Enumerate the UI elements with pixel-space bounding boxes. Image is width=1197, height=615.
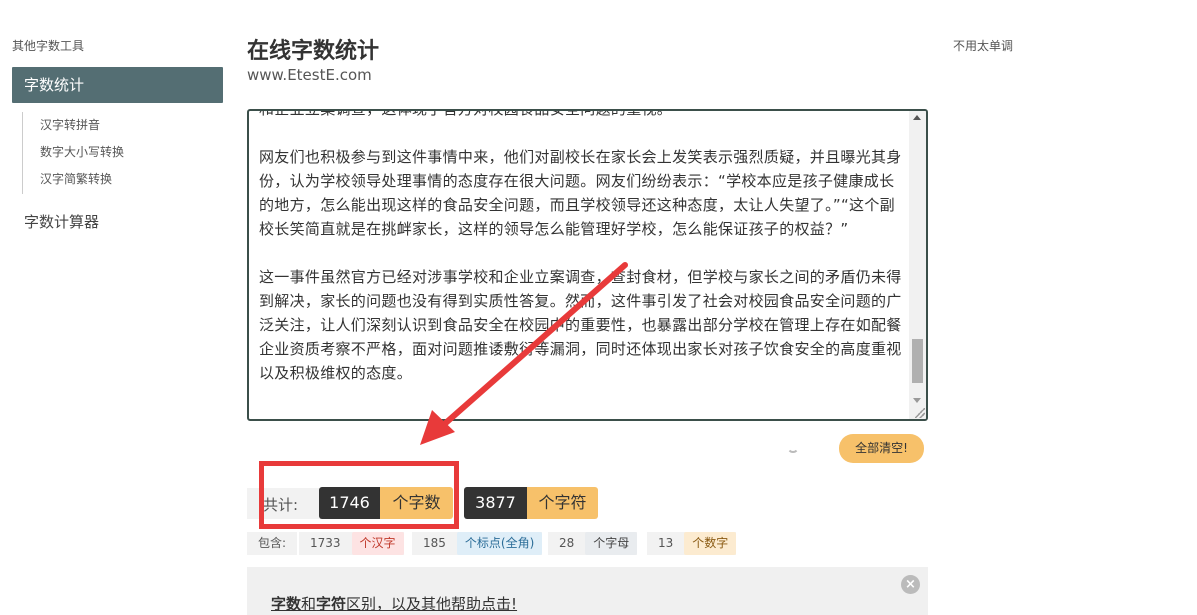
punct-count: 185 [423, 536, 446, 550]
char-count-unit: 个字符 [527, 487, 598, 519]
letters-unit: 个字母 [585, 532, 638, 555]
sidebar-title: 其他字数工具 [12, 39, 85, 53]
hanzi-stat: 1733 个汉字 [299, 532, 404, 555]
help-rest: 区别，以及其他帮助点击! [346, 595, 518, 613]
right-link[interactable]: 不用太单调 [953, 37, 1013, 54]
text-paragraph: 和企业立案调查，这体现了官方对校园食品安全问题的重视。 [259, 109, 673, 118]
digits-count: 13 [658, 536, 674, 550]
page-subtitle: www.EtestE.com [247, 66, 372, 84]
scrollbar[interactable] [909, 111, 926, 419]
punct-unit: 个标点(全角) [456, 532, 543, 555]
loading-spinner-icon [787, 441, 799, 453]
annotation-highlight-box [259, 461, 459, 529]
hanzi-count: 1733 [310, 536, 341, 550]
digits-unit: 个数字 [684, 532, 737, 555]
help-bold-word: 字数 [271, 595, 302, 613]
page-title: 在线字数统计 [247, 39, 380, 64]
clear-all-button[interactable]: 全部清空! [839, 434, 924, 463]
sidebar-item-pinyin[interactable]: 汉字转拼音 [40, 112, 124, 139]
text-content: 和企业立案调查，这体现了官方对校园食品安全问题的重视。 网友们也积极参与到这件事… [259, 109, 909, 409]
char-count-value: 3877 [464, 487, 527, 519]
punct-stat: 185 个标点(全角) [412, 532, 543, 555]
scroll-up-icon[interactable] [913, 115, 921, 120]
letters-count: 28 [559, 536, 575, 550]
sidebar-item-calculator[interactable]: 字数计算器 [24, 211, 99, 232]
text-paragraph: 网友们也积极参与到这件事情中来，他们对副校长在家长会上发笑表示强烈质疑，并且曝光… [259, 148, 902, 238]
text-input-area[interactable]: 和企业立案调查，这体现了官方对校园食品安全问题的重视。 网友们也积极参与到这件事… [247, 109, 928, 421]
char-count-badge: 3877 个字符 [464, 487, 598, 519]
sidebar-sub-list: 汉字转拼音 数字大小写转换 汉字简繁转换 [22, 112, 124, 194]
sidebar-item-word-count[interactable]: 字数统计 [12, 67, 223, 103]
sub-stats-label: 包含: [247, 532, 298, 555]
resize-grip-icon[interactable] [915, 408, 925, 418]
sidebar-item-number-case[interactable]: 数字大小写转换 [40, 139, 124, 166]
sidebar: 其他字数工具 字数统计 汉字转拼音 数字大小写转换 汉字简繁转换 字数计算器 [0, 0, 235, 615]
text-paragraph: 这一事件虽然官方已经对涉事学校和企业立案调查，查封食材，但学校与家长之间的矛盾仍… [259, 268, 902, 382]
close-icon[interactable]: × [901, 575, 920, 594]
letters-stat: 28 个字母 [548, 532, 638, 555]
scroll-down-icon[interactable] [913, 398, 921, 403]
help-link[interactable]: 字数和字符区别，以及其他帮助点击! [271, 593, 517, 614]
help-box: 字数和字符区别，以及其他帮助点击! × [247, 567, 928, 615]
hanzi-unit: 个汉字 [351, 532, 404, 555]
help-bold-char: 字符 [316, 595, 347, 613]
sidebar-item-simplified-traditional[interactable]: 汉字简繁转换 [40, 166, 124, 193]
help-mid: 和 [301, 595, 317, 613]
scroll-thumb[interactable] [912, 339, 923, 383]
sub-stats-label-text: 包含: [258, 536, 287, 550]
digits-stat: 13 个数字 [647, 532, 737, 555]
